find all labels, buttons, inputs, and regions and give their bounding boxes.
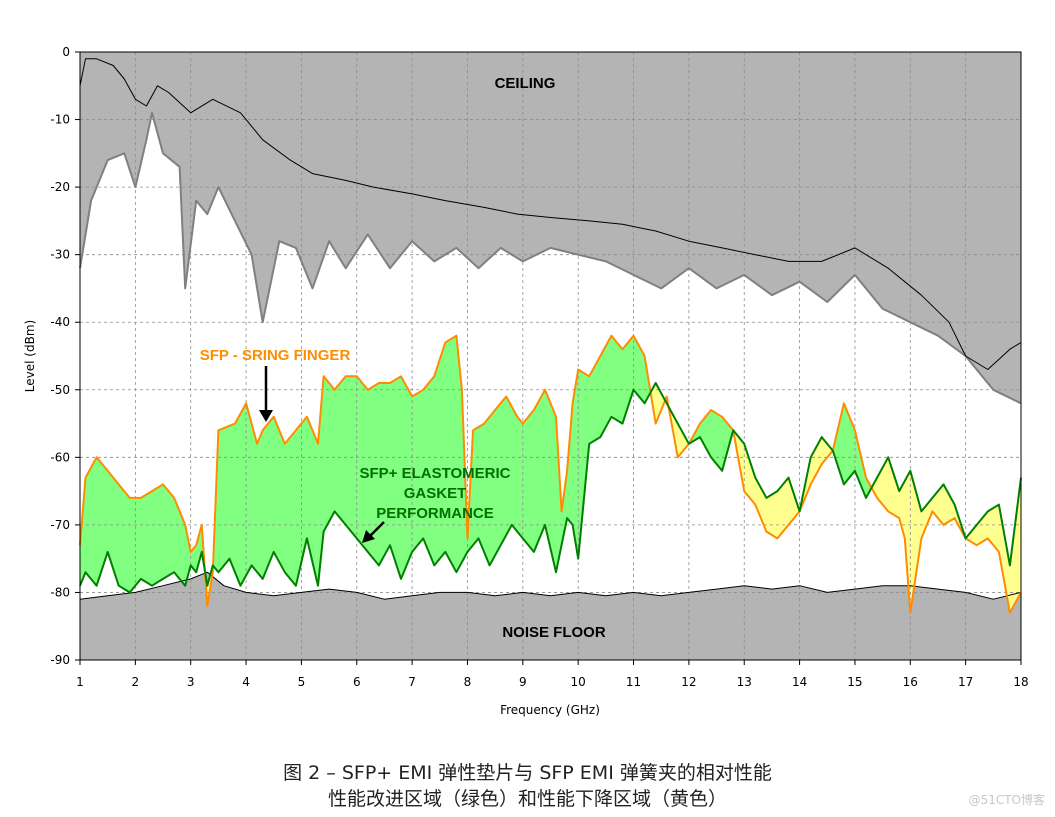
y-tick-label: -10: [50, 113, 70, 127]
spring-finger-arrow: [259, 366, 273, 422]
y-tick-label: -70: [50, 518, 70, 532]
noise-floor-label: NOISE FLOOR: [502, 624, 606, 641]
ceiling-label: CEILING: [495, 75, 556, 92]
watermark: @51CTO博客: [968, 793, 1045, 807]
x-tick-label: 18: [1013, 675, 1028, 689]
x-tick-label: 13: [737, 675, 752, 689]
gasket-label-line2: GASKET: [404, 485, 467, 502]
x-tick-label: 1: [76, 675, 84, 689]
caption-line-2: 性能改进区域（绿色）和性能下降区域（黄色）: [327, 788, 727, 810]
gasket-label-line1: SFP+ ELASTOMERIC: [360, 465, 511, 482]
x-tick-label: 3: [187, 675, 195, 689]
x-tick-label: 14: [792, 675, 807, 689]
y-tick-label: -40: [50, 315, 70, 329]
spring-finger-label: SFP - SRING FINGER: [200, 347, 351, 364]
y-axis-title: Level (dBm): [23, 320, 37, 392]
y-axis-ticks: 0 -10 -20 -30 -40 -50 -60 -70 -80 -90: [50, 45, 80, 667]
noise-floor-region: [80, 572, 1021, 660]
x-tick-label: 12: [681, 675, 696, 689]
gasket-label-line3: PERFORMANCE: [376, 505, 494, 522]
x-tick-label: 8: [464, 675, 472, 689]
x-tick-label: 10: [571, 675, 586, 689]
y-tick-label: -30: [50, 248, 70, 262]
y-tick-label: -90: [50, 653, 70, 667]
chart: 0-10-20-30-40-50-60-70-80-90 1 2 3 4 5 6 7 8 9 10…: [23, 45, 1029, 717]
x-tick-label: 6: [353, 675, 361, 689]
x-axis-title: Frequency (GHz): [500, 703, 600, 717]
improvement-region: [832, 405, 871, 498]
x-tick-label: 2: [132, 675, 140, 689]
y-tick-label: -50: [50, 383, 70, 397]
x-tick-label: 7: [408, 675, 416, 689]
x-tick-label: 15: [847, 675, 862, 689]
x-tick-label: 9: [519, 675, 527, 689]
x-tick-label: 5: [298, 675, 306, 689]
x-tick-label: 11: [626, 675, 641, 689]
figure-caption: 图 2 – SFP+ EMI 弹性垫片与 SFP EMI 弹簧夹的相对性能 性能…: [0, 760, 1055, 812]
y-tick-label: -60: [50, 450, 70, 464]
y-tick-label: 0: [62, 45, 70, 59]
x-tick-label: 4: [242, 675, 250, 689]
y-tick-label: -80: [50, 585, 70, 599]
x-tick-label: 17: [958, 675, 973, 689]
x-axis-ticks: 1 2 3 4 5 6 7 8 9 10 11 12 13 14 15 16 17 18: [76, 660, 1029, 689]
y-tick-label: -20: [50, 180, 70, 194]
x-tick-label: 16: [903, 675, 918, 689]
caption-line-1: 图 2 – SFP+ EMI 弹性垫片与 SFP EMI 弹簧夹的相对性能: [283, 762, 772, 784]
